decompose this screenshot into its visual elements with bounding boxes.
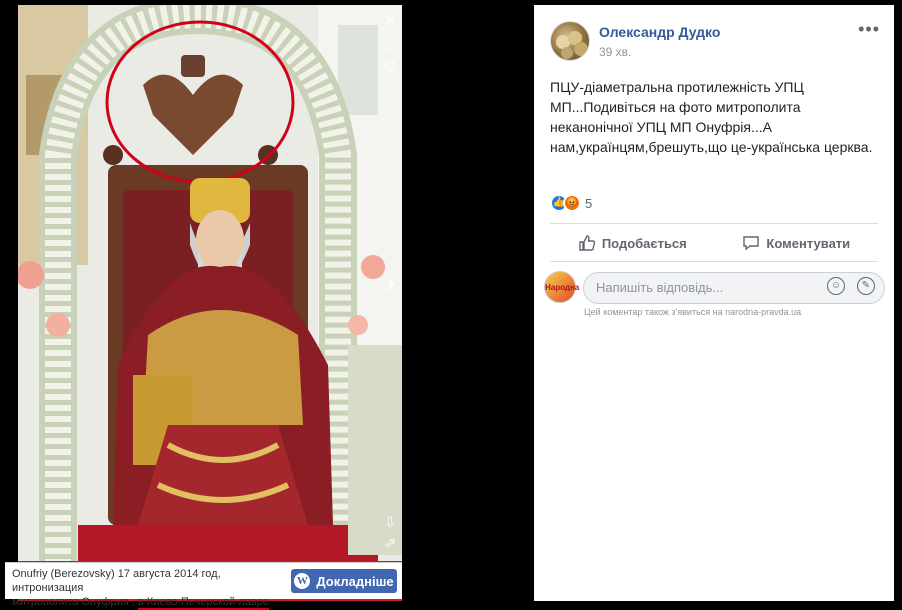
photo-illustration [18, 5, 402, 601]
caption-line2-a: митрополита Онуфрия , [12, 596, 135, 608]
author-name[interactable]: Олександр Дудко [599, 24, 720, 40]
reaction-count: 5 [585, 195, 593, 211]
angry-reaction-icon: 😡 [563, 194, 581, 212]
gear-icon[interactable]: ⚙ [381, 58, 399, 76]
avatar-image [556, 31, 588, 59]
caption-line1: Onufriy (Berezovsky) 17 августа 2014 год… [12, 568, 221, 594]
divider [550, 223, 878, 224]
comment-icon [743, 236, 760, 251]
share-icon[interactable]: ⇗ [381, 535, 399, 553]
photo-caption-bar: Onufriy (Berezovsky) 17 августа 2014 год… [5, 562, 402, 610]
commenter-avatar[interactable]: Народна [544, 271, 579, 303]
photo-caption: Onufriy (Berezovsky) 17 августа 2014 год… [12, 567, 284, 610]
expand-icon[interactable]: ⤢ [381, 36, 399, 54]
caption-line2-highlight: в Киево-Печерской лавре [137, 596, 269, 610]
photo-viewer: ✕ ⤢ ⚙ ⇩ ⇗ › Onufriy (Berezovsky) 17 авгу… [0, 0, 902, 610]
next-photo-chevron-icon[interactable]: › [381, 268, 401, 299]
like-button[interactable]: Подобається [578, 234, 687, 252]
comment-button[interactable]: Коментувати [742, 234, 850, 252]
learn-more-label: Докладніше [316, 573, 394, 589]
wikipedia-icon: W [294, 573, 311, 589]
comment-crosspost-note: Цей коментар також з'явиться на narodna-… [584, 307, 802, 317]
learn-more-button[interactable]: W Докладніше [291, 569, 397, 593]
download-icon[interactable]: ⇩ [381, 514, 399, 532]
author-avatar[interactable] [550, 21, 590, 61]
divider [550, 261, 878, 262]
post-text: ПЦУ-діаметральна протилежність УПЦ МП...… [550, 79, 873, 155]
sticker-icon[interactable]: ✎ [857, 277, 875, 295]
comment-composer: Народна Напишіть відповідь... ☺ ✎ [544, 269, 886, 305]
thumbs-up-icon [579, 235, 595, 251]
post-panel: Олександр Дудко 39 хв. ••• ПЦУ-діаметрал… [534, 5, 894, 601]
post-photo[interactable]: ✕ ⤢ ⚙ ⇩ ⇗ [18, 5, 402, 601]
emoji-icon[interactable]: ☺ [827, 277, 845, 295]
post-actions: Подобається Коментувати [550, 230, 878, 256]
comment-label: Коментувати [766, 235, 851, 251]
like-label: Подобається [601, 235, 687, 251]
close-icon[interactable]: ✕ [381, 12, 399, 30]
post-timestamp[interactable]: 39 хв. [599, 45, 631, 59]
more-options-icon[interactable]: ••• [858, 19, 880, 40]
reactions-summary[interactable]: 👍 😡 5 [550, 194, 592, 212]
